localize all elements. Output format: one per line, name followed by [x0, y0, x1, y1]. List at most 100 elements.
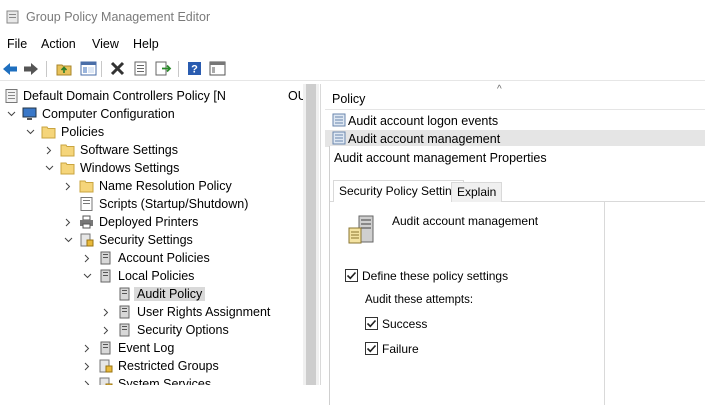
- tree-item-label: Account Policies: [118, 251, 210, 265]
- tree-item-policies[interactable]: Policies: [0, 123, 303, 141]
- tree-scrollbar[interactable]: [303, 84, 319, 385]
- tree-item-label: Audit Policy: [134, 287, 206, 301]
- show-hide-tree-icon[interactable]: [79, 60, 97, 77]
- toolbar-separator: [101, 61, 102, 77]
- tree-item-label: Deployed Printers: [99, 215, 199, 229]
- policy-book-icon: [119, 323, 130, 337]
- chevron-right-icon[interactable]: [63, 213, 73, 231]
- tree-item-label: Security Options: [137, 323, 229, 337]
- tree-item-name-resolution-policy[interactable]: Name Resolution Policy: [0, 177, 303, 195]
- tree-root-suffix: OU: [288, 89, 303, 103]
- chevron-down-icon[interactable]: [44, 159, 54, 177]
- forward-arrow-icon[interactable]: [22, 60, 40, 77]
- chevron-right-icon[interactable]: [101, 303, 111, 321]
- window-title: Group Policy Management Editor: [26, 10, 211, 24]
- tab-security-policy-setting[interactable]: Security Policy Setting: [333, 180, 465, 203]
- dialog-title: Audit account management Properties: [334, 151, 547, 165]
- tree-item-label: System Services: [118, 377, 212, 385]
- tree-item-label: User Rights Assignment: [137, 305, 271, 319]
- menu-help[interactable]: Help: [133, 37, 159, 51]
- policy-book-icon: [119, 305, 130, 319]
- list-item[interactable]: Audit account logon events: [325, 112, 705, 129]
- tree-item-system-services[interactable]: System Services: [0, 375, 303, 385]
- column-header-label: Policy: [332, 92, 366, 106]
- tree-item-account-policies[interactable]: Account Policies: [0, 249, 303, 267]
- chevron-right-icon[interactable]: [44, 141, 54, 159]
- success-checkbox[interactable]: [365, 317, 378, 330]
- script-icon: [80, 197, 93, 211]
- chevron-down-icon[interactable]: [82, 267, 92, 285]
- chevron-right-icon[interactable]: [82, 357, 92, 375]
- tree-item-label: Policies: [61, 125, 105, 139]
- policy-setting-icon: [332, 131, 346, 145]
- delete-icon[interactable]: [108, 60, 126, 77]
- tree-item-software-settings[interactable]: Software Settings: [0, 141, 303, 159]
- chevron-down-icon[interactable]: [25, 123, 35, 141]
- pane-splitter[interactable]: [320, 84, 324, 385]
- chevron-right-icon[interactable]: [63, 177, 73, 195]
- audit-attempts-label: Audit these attempts:: [365, 294, 474, 306]
- toolbar-separator: [178, 61, 179, 77]
- tree-item-label: Scripts (Startup/Shutdown): [99, 197, 249, 211]
- menu-file[interactable]: File: [7, 37, 27, 51]
- tree-item-restricted-groups[interactable]: Restricted Groups: [0, 357, 303, 375]
- server-policy-icon: [348, 215, 374, 244]
- policy-book-icon: [100, 251, 111, 265]
- menu-action[interactable]: Action: [41, 37, 76, 51]
- failure-checkbox[interactable]: [365, 342, 378, 355]
- system-services-icon: [99, 377, 113, 385]
- tree-item-security-settings[interactable]: Security Settings: [0, 231, 303, 249]
- computer-icon: [22, 107, 37, 120]
- toolbar: ?: [0, 56, 705, 81]
- menu-view[interactable]: View: [92, 37, 119, 51]
- list-item-label: Audit account logon events: [348, 114, 499, 128]
- tree-item-deployed-printers[interactable]: Deployed Printers: [0, 213, 303, 231]
- tab-panel: Audit account management Define these po…: [330, 202, 605, 405]
- tree-root-label: Default Domain Controllers Policy [N: [23, 89, 226, 103]
- policy-setting-icon: [332, 113, 346, 127]
- define-settings-label: Define these policy settings: [362, 269, 509, 283]
- tree-item-scripts[interactable]: Scripts (Startup/Shutdown): [0, 195, 303, 213]
- policy-book-icon: [100, 269, 111, 283]
- tree-item-user-rights-assignment[interactable]: User Rights Assignment: [0, 303, 303, 321]
- back-arrow-icon[interactable]: [1, 60, 19, 77]
- tree-item-local-policies[interactable]: Local Policies: [0, 267, 303, 285]
- column-header-policy[interactable]: ^ Policy: [325, 84, 705, 110]
- chevron-right-icon[interactable]: [82, 249, 92, 267]
- title-bar: Group Policy Management Editor: [0, 0, 705, 34]
- tree-item-computer-configuration[interactable]: Computer Configuration: [0, 105, 303, 123]
- toolbar-separator: [46, 61, 47, 77]
- properties-icon[interactable]: [131, 60, 149, 77]
- tree-item-audit-policy[interactable]: Audit Policy: [0, 285, 303, 303]
- help-icon[interactable]: ?: [185, 60, 203, 77]
- chevron-down-icon[interactable]: [6, 105, 16, 123]
- tree-root[interactable]: Default Domain Controllers Policy [N OU: [0, 87, 303, 105]
- tree-item-label: Event Log: [118, 341, 175, 355]
- view-icon[interactable]: [208, 60, 226, 77]
- chevron-down-icon[interactable]: [63, 231, 73, 249]
- define-settings-checkbox[interactable]: [345, 269, 358, 282]
- tree-item-security-options[interactable]: Security Options: [0, 321, 303, 339]
- failure-label: Failure: [382, 342, 419, 356]
- tree-item-label: Restricted Groups: [118, 359, 219, 373]
- scrollbar-thumb[interactable]: [306, 84, 316, 385]
- export-icon[interactable]: [154, 60, 172, 77]
- security-settings-icon: [80, 233, 94, 247]
- list-item[interactable]: Audit account management: [325, 130, 705, 147]
- properties-dialog: Audit account management Properties Secu…: [329, 146, 705, 405]
- tree-item-windows-settings[interactable]: Windows Settings: [0, 159, 303, 177]
- tab-explain[interactable]: Explain: [451, 182, 503, 202]
- folder-icon: [60, 144, 75, 157]
- chevron-right-icon[interactable]: [82, 339, 92, 357]
- chevron-right-icon[interactable]: [101, 321, 111, 339]
- tree-item-label: Security Settings: [99, 233, 193, 247]
- menu-bar: File Action View Help: [0, 34, 705, 54]
- up-folder-icon[interactable]: [55, 60, 73, 77]
- policy-document-icon: [5, 89, 18, 103]
- tree-item-event-log[interactable]: Event Log: [0, 339, 303, 357]
- app-icon: [6, 10, 19, 24]
- policy-book-icon: [100, 341, 111, 355]
- success-label: Success: [382, 317, 428, 331]
- restricted-groups-icon: [99, 359, 113, 373]
- chevron-right-icon[interactable]: [82, 375, 92, 385]
